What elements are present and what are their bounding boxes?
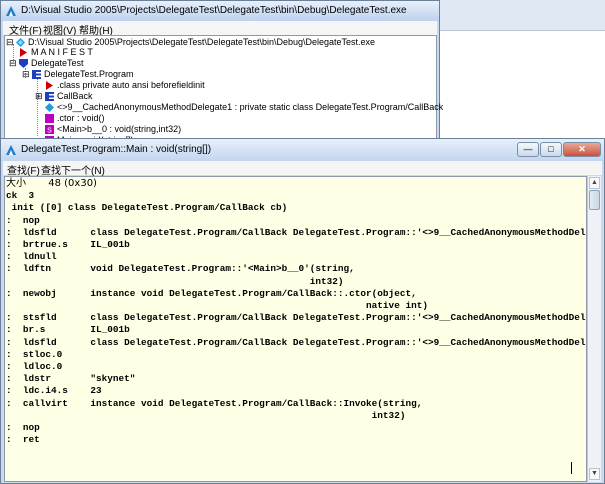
close-button[interactable]: ✕ — [563, 142, 601, 157]
code-line: : br.s IL_001b — [6, 324, 130, 336]
minimize-button[interactable]: — — [517, 142, 539, 157]
code-line: : nop — [6, 214, 40, 226]
code-line: : brtrue.s IL_001b — [6, 239, 130, 251]
front-title-bar[interactable]: DelegateTest.Program::Main : void(string… — [1, 139, 604, 161]
tree-class-attributes[interactable]: .class private auto ansi beforefieldinit — [57, 80, 205, 91]
code-line: : callvirt instance void DelegateTest.Pr… — [6, 397, 423, 409]
tree-expand-toggle[interactable]: ⊟ — [6, 37, 14, 48]
namespace-shield-icon — [19, 59, 28, 68]
back-menu-bar: 文件(F) 视图(V) 帮助(H) — [3, 21, 437, 37]
svg-text:S: S — [47, 128, 52, 135]
tree-callback[interactable]: CallBack — [57, 91, 93, 102]
code-line: : ldstr "skynet" — [6, 373, 136, 385]
triangle-icon — [46, 81, 53, 90]
front-menu-bar: 查找(F) 查找下一个(N) — [3, 161, 602, 177]
tree-class[interactable]: DelegateTest.Program — [44, 69, 134, 80]
ildasm-tree-window[interactable]: D:\Visual Studio 2005\Projects\DelegateT… — [0, 0, 443, 160]
code-line: : ldnull — [6, 251, 57, 263]
tree-expand-toggle[interactable]: ⊟ — [9, 58, 17, 69]
code-line: ck 3 — [6, 190, 35, 202]
code-line: : ldftn void DelegateTest.Program::'<Mai… — [6, 263, 355, 275]
il-code-view[interactable]: 大小 48 (0x30) ck 3 init ([0] class Delegat… — [4, 176, 587, 482]
code-line: : stloc.0 — [6, 348, 63, 360]
code-line: : nop — [6, 422, 40, 434]
code-line: : ldc.i4.s 23 — [6, 385, 102, 397]
text-caret — [571, 462, 572, 474]
il-code-text[interactable]: 大小 48 (0x30) ck 3 init ([0] class Delegat… — [5, 177, 586, 446]
method-icon — [45, 114, 54, 123]
back-title-bar[interactable]: D:\Visual Studio 2005\Projects\DelegateT… — [1, 1, 439, 21]
tree-namespace[interactable]: DelegateTest — [31, 58, 84, 69]
background-toolbar-strip — [440, 0, 605, 31]
tree-field[interactable]: <>9__CachedAnonymousMethodDelegate1 : pr… — [57, 102, 443, 113]
tree-anon-method[interactable]: <Main>b__0 : void(string,int32) — [57, 124, 181, 135]
code-line: : stsfld class DelegateTest.Program/Call… — [6, 312, 587, 324]
tree-expand-toggle[interactable]: ⊟ — [22, 69, 30, 80]
assembly-icon — [16, 38, 25, 47]
static-method-icon: S — [45, 125, 54, 134]
tree-ctor[interactable]: .ctor : void() — [57, 113, 105, 124]
tree-expand-toggle[interactable]: ⊞ — [35, 91, 43, 102]
class-icon — [32, 70, 41, 79]
tree-manifest[interactable]: M A N I F E S T — [31, 47, 93, 58]
code-line: native int) — [6, 300, 428, 312]
il-code-window[interactable]: DelegateTest.Program::Main : void(string… — [0, 138, 605, 484]
code-line: : ret — [6, 434, 40, 446]
code-line: : ldsfld class DelegateTest.Program/Call… — [6, 226, 587, 238]
maximize-button[interactable]: □ — [540, 142, 562, 157]
front-window-title: DelegateTest.Program::Main : void(string… — [21, 144, 212, 155]
menu-find[interactable]: 查找(F) — [7, 162, 40, 177]
back-window-title: D:\Visual Studio 2005\Projects\DelegateT… — [21, 5, 407, 16]
manifest-triangle-icon — [20, 48, 27, 57]
code-line: int32) — [6, 275, 344, 287]
app-icon — [6, 6, 16, 16]
vertical-scrollbar[interactable]: ▲ ▼ — [587, 176, 601, 482]
class-icon — [45, 92, 54, 101]
field-diamond-icon — [45, 103, 54, 112]
tree-line — [37, 78, 38, 136]
scroll-up-icon[interactable]: ▲ — [589, 177, 600, 189]
scroll-down-icon[interactable]: ▼ — [589, 468, 600, 480]
code-line: int32) — [6, 409, 406, 421]
code-line: : ldsfld class DelegateTest.Program/Call… — [6, 336, 587, 348]
code-line: init ([0] class DelegateTest.Program/Cal… — [6, 202, 288, 214]
menu-find-next[interactable]: 查找下一个(N) — [41, 162, 105, 177]
app-icon — [6, 145, 16, 155]
code-line: : newobj instance void DelegateTest.Prog… — [6, 287, 417, 299]
scroll-thumb[interactable] — [589, 190, 600, 210]
code-line: 大小 48 (0x30) — [6, 178, 97, 189]
code-line: : ldloc.0 — [6, 361, 63, 373]
